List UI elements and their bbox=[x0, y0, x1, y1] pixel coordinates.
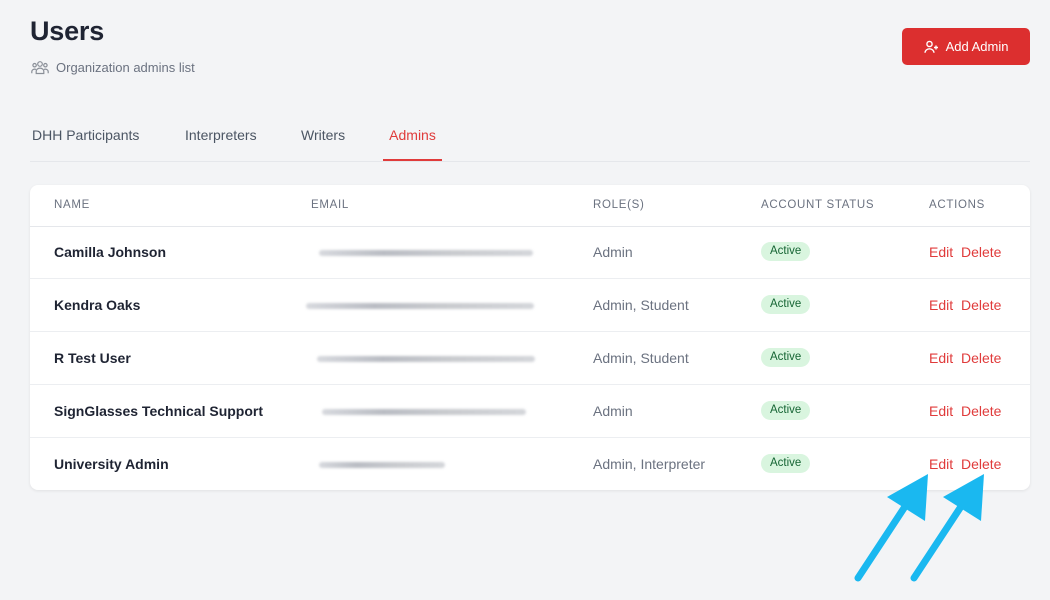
column-header-email: EMAIL bbox=[311, 199, 350, 211]
table-row: Camilla Johnson Admin Active Edit Delete bbox=[30, 226, 1030, 279]
table-row: SignGlasses Technical Support Admin Acti… bbox=[30, 385, 1030, 438]
tab-admins[interactable]: Admins bbox=[383, 117, 442, 161]
column-header-actions: ACTIONS bbox=[929, 199, 986, 211]
email-redacted bbox=[319, 250, 533, 256]
edit-button[interactable]: Edit bbox=[929, 456, 953, 472]
status-badge: Active bbox=[761, 348, 811, 367]
user-roles: Admin bbox=[593, 244, 633, 260]
column-header-name: NAME bbox=[54, 199, 91, 211]
user-roles: Admin bbox=[593, 403, 633, 419]
user-roles: Admin, Interpreter bbox=[593, 456, 706, 472]
tab-interpreters[interactable]: Interpreters bbox=[185, 117, 257, 161]
status-badge: Active bbox=[761, 242, 811, 261]
add-admin-button[interactable]: Add Admin bbox=[902, 28, 1030, 65]
tab-writers[interactable]: Writers bbox=[301, 117, 345, 161]
edit-button[interactable]: Edit bbox=[929, 350, 953, 366]
page-subtitle: Organization admins list bbox=[31, 60, 195, 75]
admins-table: NAME EMAIL ROLE(S) ACCOUNT STATUS ACTION… bbox=[30, 185, 1030, 490]
delete-button[interactable]: Delete bbox=[961, 456, 1001, 472]
table-row: Kendra Oaks Admin, Student Active Edit D… bbox=[30, 279, 1030, 332]
table-header: NAME EMAIL ROLE(S) ACCOUNT STATUS ACTION… bbox=[30, 185, 1030, 227]
status-badge: Active bbox=[761, 295, 811, 314]
email-redacted bbox=[322, 409, 526, 415]
delete-button[interactable]: Delete bbox=[961, 244, 1001, 260]
status-badge: Active bbox=[761, 401, 811, 420]
user-name: R Test User bbox=[54, 350, 131, 366]
subtitle-text: Organization admins list bbox=[56, 60, 195, 75]
user-name: Kendra Oaks bbox=[54, 297, 141, 313]
user-name: Camilla Johnson bbox=[54, 244, 167, 260]
tab-dhh-participants[interactable]: DHH Participants bbox=[32, 117, 139, 161]
add-admin-label: Add Admin bbox=[945, 39, 1009, 54]
edit-button[interactable]: Edit bbox=[929, 403, 953, 419]
edit-button[interactable]: Edit bbox=[929, 297, 953, 313]
delete-button[interactable]: Delete bbox=[961, 297, 1001, 313]
table-row: University Admin Admin, Interpreter Acti… bbox=[30, 438, 1030, 490]
table-row: R Test User Admin, Student Active Edit D… bbox=[30, 332, 1030, 385]
delete-button[interactable]: Delete bbox=[961, 350, 1001, 366]
delete-button[interactable]: Delete bbox=[961, 403, 1001, 419]
email-redacted bbox=[306, 303, 534, 309]
user-roles: Admin, Student bbox=[593, 297, 689, 313]
page-title: Users bbox=[30, 16, 105, 46]
status-badge: Active bbox=[761, 454, 811, 473]
user-name: University Admin bbox=[54, 456, 169, 472]
tab-bar: DHH Participants Interpreters Writers Ad… bbox=[30, 117, 1030, 162]
column-header-roles: ROLE(S) bbox=[593, 199, 645, 211]
users-group-icon bbox=[31, 60, 49, 75]
column-header-status: ACCOUNT STATUS bbox=[761, 199, 875, 211]
email-redacted bbox=[317, 356, 535, 362]
edit-button[interactable]: Edit bbox=[929, 244, 953, 260]
user-plus-icon bbox=[923, 40, 939, 54]
user-roles: Admin, Student bbox=[593, 350, 689, 366]
email-redacted bbox=[319, 462, 445, 468]
user-name: SignGlasses Technical Support bbox=[54, 403, 264, 419]
